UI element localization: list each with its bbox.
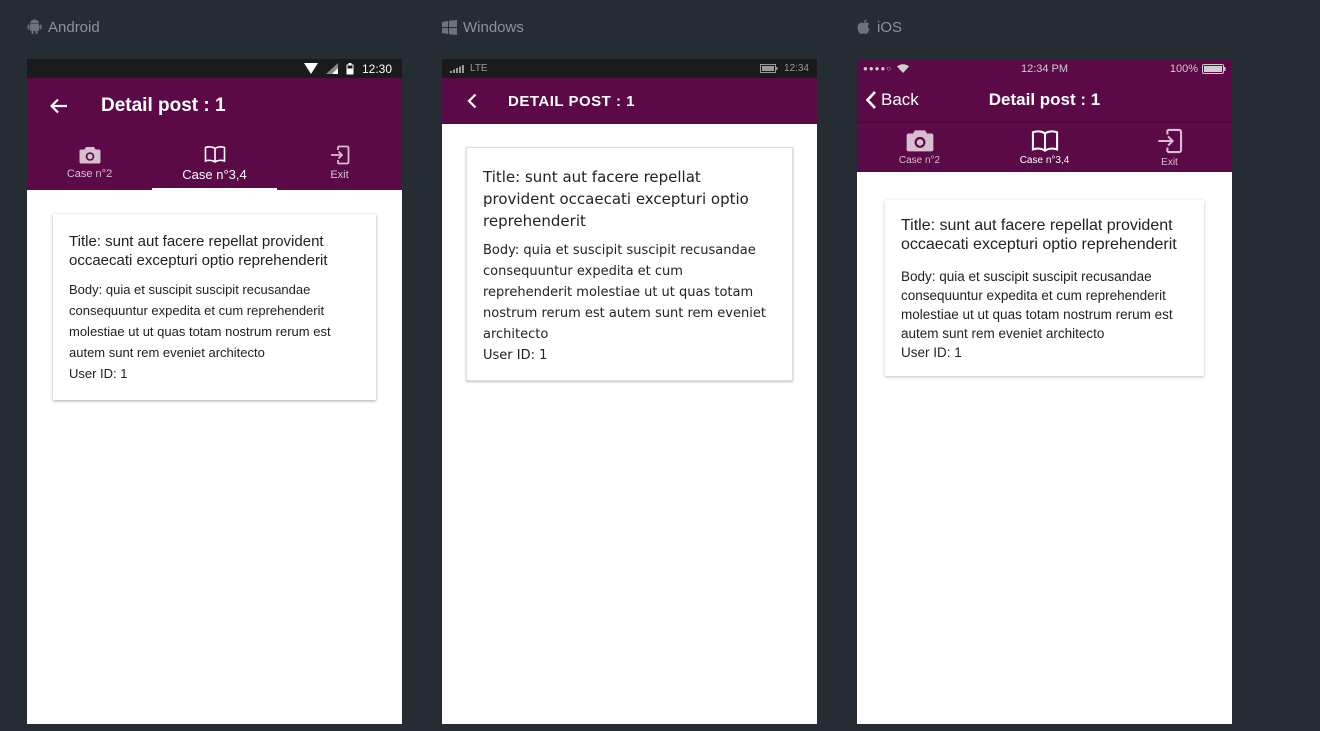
network-type: LTE <box>470 63 488 74</box>
platform-label-text: Windows <box>463 18 524 36</box>
tab-label: Exit <box>1161 156 1178 168</box>
book-icon <box>1031 130 1058 152</box>
signal-icon <box>325 63 338 74</box>
post-user-id: User ID: 1 <box>69 366 128 381</box>
book-icon <box>204 145 225 163</box>
carrier-signal: ●●●●○ <box>863 64 893 73</box>
windows-device-frame: LTE 12:34 DETAIL POST : 1 Title: sunt au… <box>442 59 817 724</box>
post-body: Body: quia et suscipit suscipit recusand… <box>901 269 1173 341</box>
platform-label-windows: Windows <box>442 17 524 37</box>
tab-case-2[interactable]: Case n°2 <box>857 123 982 172</box>
apple-icon <box>857 19 870 34</box>
camera-icon <box>79 147 100 164</box>
status-bar: 12:30 <box>27 59 402 78</box>
tab-case-3-4[interactable]: Case n°3,4 <box>152 134 277 190</box>
post-card: Title: sunt aut facere repellat providen… <box>885 200 1204 376</box>
tab-bar: Case n°2 Case n°3,4 Exit <box>27 134 402 190</box>
platform-label-text: Android <box>48 18 100 36</box>
signal-icon <box>450 64 464 73</box>
ios-device-frame: ●●●●○ 12:34 PM 100% Back Detail post: 1… <box>857 59 1232 724</box>
post-title: Title: sunt aut facere repellat providen… <box>483 168 749 230</box>
post-card: Title: sunt aut facere repellat providen… <box>466 147 793 381</box>
wifi-icon <box>897 64 910 73</box>
platform-label-ios: iOS <box>857 17 902 37</box>
tab-bar: Case n°2 Case n°3,4 Exit <box>857 123 1232 172</box>
post-user-id: User ID: 1 <box>901 345 962 360</box>
tab-label: Case n°2 <box>898 155 941 166</box>
post-body: Body: quia et suscipit suscipit recusand… <box>483 243 766 342</box>
status-bar: ●●●●○ 12:34 PM 100% <box>857 59 1232 78</box>
exit-icon <box>1157 128 1182 153</box>
tab-case-3-4[interactable]: Case n°3,4 <box>982 123 1107 172</box>
wifi-icon <box>303 63 318 74</box>
platform-label-text: iOS <box>877 18 903 36</box>
post-title: Title: sunt aut facere repellat providen… <box>901 217 1177 253</box>
android-device-frame: 12:30 Detail post : 1 Case n°2 Case n°3,… <box>27 59 402 724</box>
toolbar: DETAIL POST : 1 <box>442 78 817 124</box>
tab-label: Case n°3,4 <box>1019 155 1070 166</box>
battery-percent: 100% <box>1169 62 1198 75</box>
tab-exit[interactable]: Exit <box>277 134 402 190</box>
chevron-left-icon <box>865 91 876 109</box>
page-title: DETAIL POST : 1 <box>508 92 635 110</box>
android-icon <box>27 19 42 34</box>
tab-case-2[interactable]: Case n°2 <box>27 134 152 190</box>
post-body: Body: quia et suscipit suscipit recusand… <box>69 282 331 360</box>
arrow-left-icon <box>50 98 67 114</box>
exit-icon <box>330 145 349 165</box>
tab-label: Case n°2 <box>66 168 113 180</box>
back-button[interactable] <box>442 93 502 109</box>
status-bar: LTE 12:34 <box>442 59 817 78</box>
chevron-left-icon <box>467 93 477 109</box>
back-label: Back <box>881 90 919 109</box>
tab-label: Case n°3,4 <box>182 166 247 182</box>
tab-exit[interactable]: Exit <box>1107 123 1232 172</box>
back-button[interactable]: Back <box>865 90 919 110</box>
post-card: Title: sunt aut facere repellat providen… <box>53 214 376 400</box>
platform-label-android: Android <box>27 17 100 37</box>
windows-icon <box>442 19 457 35</box>
post-title: Title: sunt aut facere repellat providen… <box>69 233 328 269</box>
page-title: Detail post : 1 <box>101 95 226 116</box>
back-button[interactable] <box>29 98 89 114</box>
battery-icon <box>346 62 354 74</box>
navigation-bar: Back Detail post : 1 <box>857 78 1232 123</box>
battery-icon <box>759 64 778 73</box>
post-user-id: User ID: 1 <box>483 348 548 363</box>
toolbar: Detail post : 1 <box>27 78 402 134</box>
tab-label: Exit <box>330 169 349 181</box>
camera-icon <box>906 130 933 152</box>
battery-icon <box>1202 63 1226 74</box>
status-time: 12:34 <box>783 63 809 74</box>
active-tab-indicator <box>152 188 277 190</box>
status-time: 12:30 <box>361 61 392 76</box>
